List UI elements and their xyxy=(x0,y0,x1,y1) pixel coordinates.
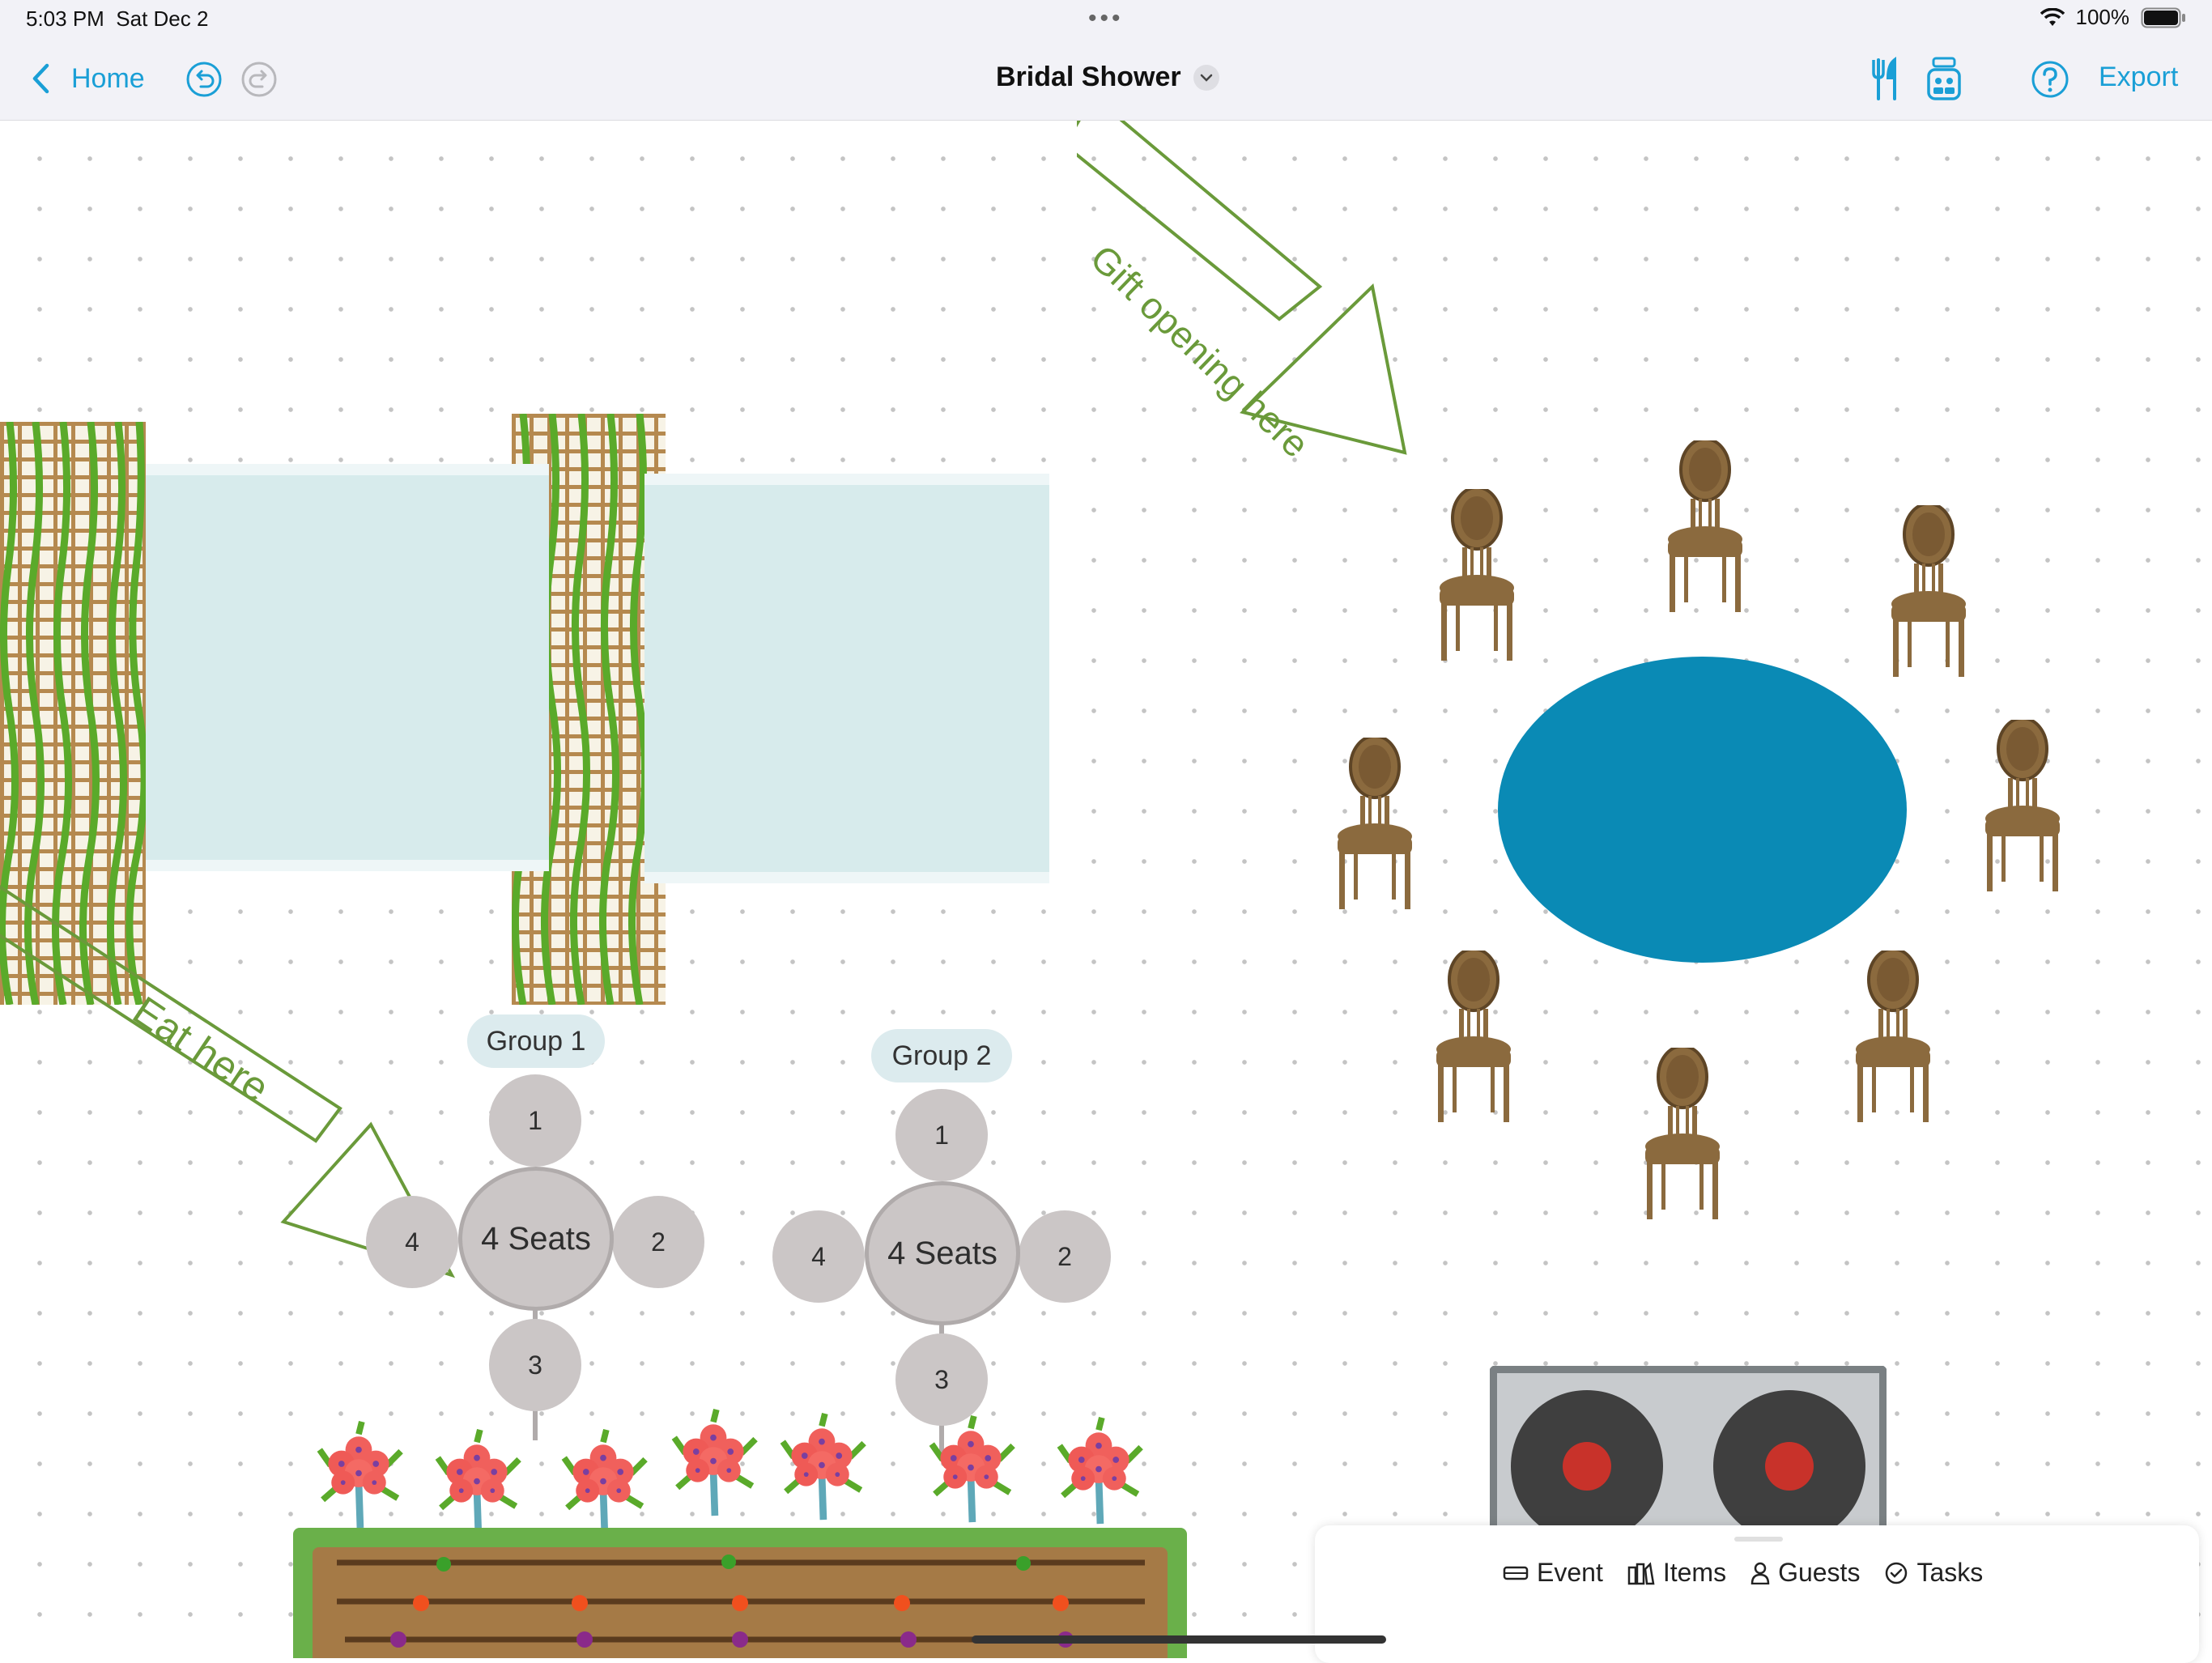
chair[interactable] xyxy=(1854,951,1932,1122)
tab-tasks[interactable]: Tasks xyxy=(1884,1558,1983,1588)
navigation-bar: Home Bridal Shower Export xyxy=(0,40,2212,121)
table-seating-icon xyxy=(1927,57,1961,100)
tab-guests[interactable]: Guests xyxy=(1750,1558,1860,1588)
chair[interactable] xyxy=(1890,505,1967,677)
flower-bouquet[interactable] xyxy=(314,1420,403,1529)
bottom-sheet[interactable]: Event Items Guests Tasks xyxy=(1315,1525,2199,1663)
multitasking-dots-icon[interactable]: ••• xyxy=(1088,5,1124,32)
status-right: 100% xyxy=(2040,5,2187,30)
seat-3[interactable]: 3 xyxy=(489,1319,581,1411)
flower-bouquet[interactable] xyxy=(432,1428,521,1538)
event-title-menu[interactable]: Bridal Shower xyxy=(996,62,1220,93)
tab-items-label: Items xyxy=(1662,1558,1727,1587)
chair[interactable] xyxy=(1644,1048,1721,1219)
help-icon xyxy=(2031,61,2069,98)
export-button[interactable]: Export xyxy=(2099,62,2178,93)
flower-bouquet[interactable] xyxy=(669,1408,758,1517)
undo-icon xyxy=(186,62,222,97)
sheet-grabber[interactable] xyxy=(1734,1537,1783,1542)
chair[interactable] xyxy=(1666,440,1744,612)
glass-panel-left[interactable] xyxy=(146,464,549,871)
help-button[interactable] xyxy=(2031,60,2069,99)
seat-3[interactable]: 3 xyxy=(895,1333,988,1426)
undo-button[interactable] xyxy=(185,60,223,99)
checkmark-circle-icon xyxy=(1886,1562,1908,1584)
seat-2[interactable]: 2 xyxy=(1019,1210,1111,1303)
home-back-button[interactable]: Home xyxy=(29,62,145,96)
flower-bouquet[interactable] xyxy=(926,1414,1015,1524)
table-center[interactable]: 4 Seats xyxy=(865,1181,1020,1325)
fork-knife-icon xyxy=(1872,57,1896,100)
seat-1[interactable]: 1 xyxy=(895,1089,988,1181)
chair[interactable] xyxy=(1438,489,1516,661)
page-title: Bridal Shower xyxy=(996,62,1181,92)
tab-items[interactable]: Items xyxy=(1627,1558,1726,1588)
table-center[interactable]: 4 Seats xyxy=(458,1167,614,1311)
person-icon xyxy=(1750,1562,1770,1584)
group-label[interactable]: Group 1 xyxy=(467,1014,605,1068)
redo-icon xyxy=(241,62,277,97)
round-table[interactable] xyxy=(1498,657,1907,963)
battery-icon xyxy=(2141,7,2185,28)
items-icon xyxy=(1627,1561,1655,1584)
chevron-left-icon xyxy=(32,63,49,94)
flower-bouquet[interactable] xyxy=(559,1428,648,1538)
chair[interactable] xyxy=(1984,720,2061,891)
status-bar: 5:03 PM Sat Dec 2 ••• 100% xyxy=(0,0,2212,40)
tab-tasks-label: Tasks xyxy=(1916,1558,1984,1587)
floor-plan-canvas[interactable]: Gift opening here Eat here Group 1 1 2 3… xyxy=(0,121,2212,1658)
tab-guests-label: Guests xyxy=(1778,1558,1861,1587)
food-button[interactable] xyxy=(1869,57,1901,102)
seat-1[interactable]: 1 xyxy=(489,1074,581,1167)
seat-4[interactable]: 4 xyxy=(772,1210,865,1303)
status-time: 5:03 PM Sat Dec 2 xyxy=(26,6,208,32)
chair[interactable] xyxy=(1435,951,1512,1122)
status-clock: 5:03 PM xyxy=(26,6,104,31)
group-label[interactable]: Group 2 xyxy=(871,1029,1012,1082)
seat-2[interactable]: 2 xyxy=(612,1196,704,1288)
tab-event-label: Event xyxy=(1537,1558,1603,1587)
export-label: Export xyxy=(2099,62,2179,92)
status-date: Sat Dec 2 xyxy=(116,6,209,31)
tab-event[interactable]: Event xyxy=(1503,1558,1603,1588)
wifi-icon xyxy=(2040,7,2065,26)
flower-bouquet[interactable] xyxy=(777,1412,866,1521)
redo-button[interactable] xyxy=(240,60,279,99)
bottom-tab-bar: Event Items Guests Tasks xyxy=(1503,1558,1983,1588)
chevron-down-icon xyxy=(1193,64,1219,91)
glass-panel-right[interactable] xyxy=(644,474,1049,883)
ticket-icon xyxy=(1503,1566,1529,1580)
seating-button[interactable] xyxy=(1925,57,1963,102)
battery-percent: 100% xyxy=(2075,5,2130,29)
seat-4[interactable]: 4 xyxy=(366,1196,458,1288)
home-indicator[interactable] xyxy=(972,1635,1386,1644)
home-label: Home xyxy=(71,62,145,94)
chair[interactable] xyxy=(1336,738,1414,909)
stove-cooktop[interactable] xyxy=(1490,1366,1887,1544)
flower-bouquet[interactable] xyxy=(1054,1416,1143,1525)
